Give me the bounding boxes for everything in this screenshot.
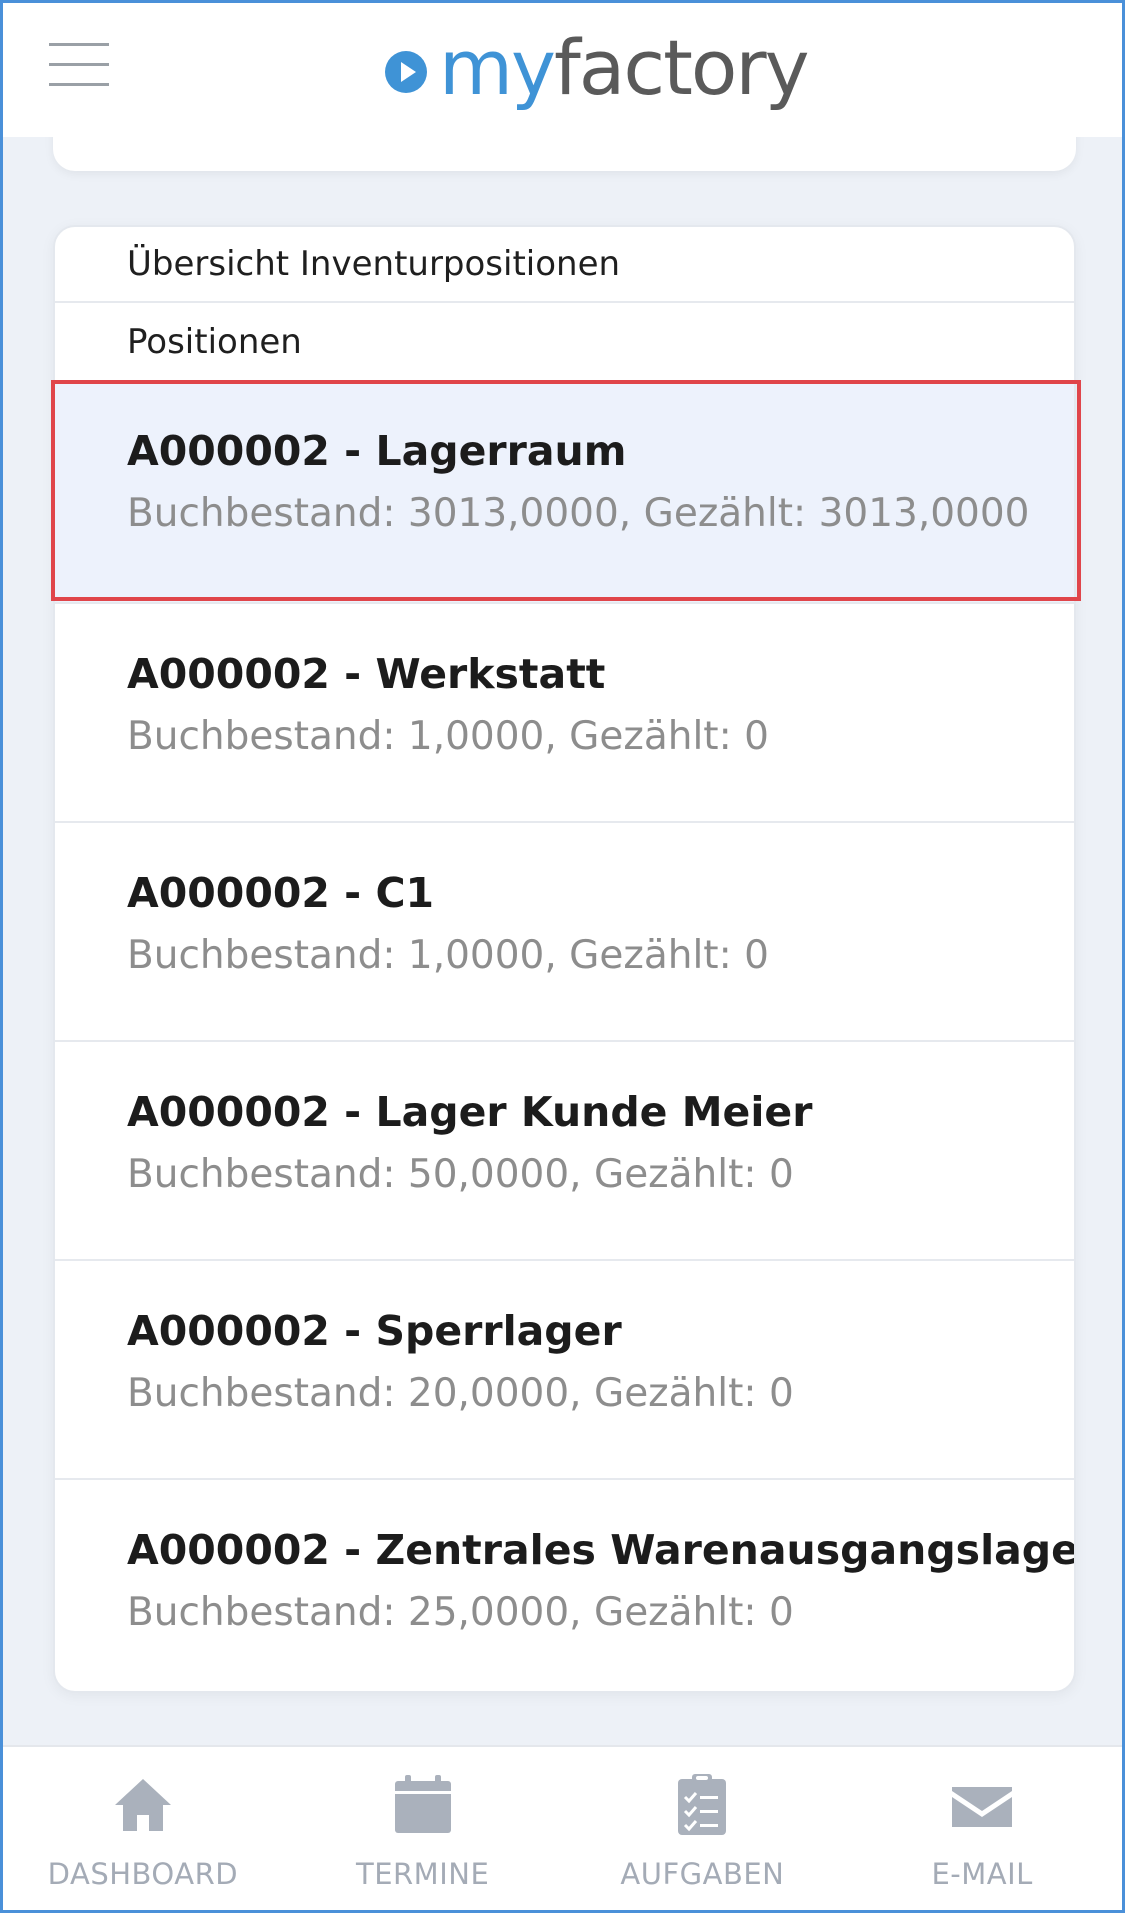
- nav-label: AUFGABEN: [620, 1857, 785, 1891]
- nav-label: TERMINE: [355, 1857, 490, 1891]
- list-item-lager-kunde-meier[interactable]: A000002 - Lager Kunde Meier Buchbestand:…: [55, 1040, 1074, 1259]
- list-item-subtitle: Buchbestand: 20,0000, Gezählt: 0: [127, 1371, 794, 1416]
- logo-text: myfactory: [439, 30, 810, 106]
- envelope-icon: [952, 1787, 1013, 1827]
- list-item-title: A000002 - C1: [127, 869, 435, 917]
- list-item-c1[interactable]: A000002 - C1 Buchbestand: 1,0000, Gezähl…: [55, 821, 1074, 1040]
- hamburger-line: [49, 63, 109, 66]
- nav-label: E-MAIL: [931, 1857, 1033, 1891]
- logo-text-factory: factory: [554, 23, 810, 112]
- list-item-zentrales-warenausgangslager[interactable]: A000002 - Zentrales Warenausgangslager B…: [55, 1478, 1076, 1691]
- logo-text-my: my: [439, 23, 556, 112]
- list-item-werkstatt[interactable]: A000002 - Werkstatt Buchbestand: 1,0000,…: [55, 602, 1074, 821]
- nav-label: DASHBOARD: [47, 1857, 239, 1891]
- nav-termine[interactable]: TERMINE: [283, 1747, 563, 1910]
- list-item-sperrlager[interactable]: A000002 - Sperrlager Buchbestand: 20,000…: [55, 1259, 1074, 1478]
- list-item-title: A000002 - Sperrlager: [127, 1307, 622, 1355]
- list-item-title: A000002 - Zentrales Warenausgangslager: [127, 1526, 1076, 1574]
- list-item-title: A000002 - Werkstatt: [127, 650, 606, 698]
- app-frame: myfactory Übersicht Inventurpositionen P…: [0, 0, 1125, 1913]
- nav-email[interactable]: E-MAIL: [842, 1747, 1122, 1910]
- nav-dashboard[interactable]: DASHBOARD: [3, 1747, 283, 1910]
- list-item-subtitle: Buchbestand: 3013,0000, Gezählt: 3013,00…: [127, 491, 1030, 536]
- hamburger-menu-icon[interactable]: [49, 43, 109, 87]
- list-item-subtitle: Buchbestand: 25,0000, Gezählt: 0: [127, 1590, 794, 1635]
- clipboard-check-icon: [678, 1774, 727, 1835]
- myfactory-logo: myfactory: [383, 23, 810, 113]
- card-title: Übersicht Inventurpositionen: [55, 227, 1074, 303]
- home-icon: [114, 1779, 171, 1831]
- app-header: myfactory: [3, 3, 1122, 137]
- hamburger-line: [49, 83, 109, 86]
- list-item-subtitle: Buchbestand: 50,0000, Gezählt: 0: [127, 1152, 794, 1197]
- play-circle-icon: [385, 51, 427, 93]
- hamburger-line: [49, 43, 109, 46]
- bottom-navigation: DASHBOARD TERMINE AUFGABEN E-MAIL: [3, 1745, 1122, 1910]
- inventory-positions-card: Übersicht Inventurpositionen Positionen …: [53, 225, 1076, 1693]
- list-item-lagerraum[interactable]: A000002 - Lagerraum Buchbestand: 3013,00…: [55, 381, 1074, 602]
- list-item-title: A000002 - Lagerraum: [127, 427, 627, 475]
- list-item-title: A000002 - Lager Kunde Meier: [127, 1088, 813, 1136]
- list-item-subtitle: Buchbestand: 1,0000, Gezählt: 0: [127, 714, 769, 759]
- section-label: Positionen: [127, 322, 302, 362]
- calendar-icon: [394, 1775, 451, 1833]
- list-item-subtitle: Buchbestand: 1,0000, Gezählt: 0: [127, 933, 769, 978]
- nav-aufgaben[interactable]: AUFGABEN: [563, 1747, 843, 1910]
